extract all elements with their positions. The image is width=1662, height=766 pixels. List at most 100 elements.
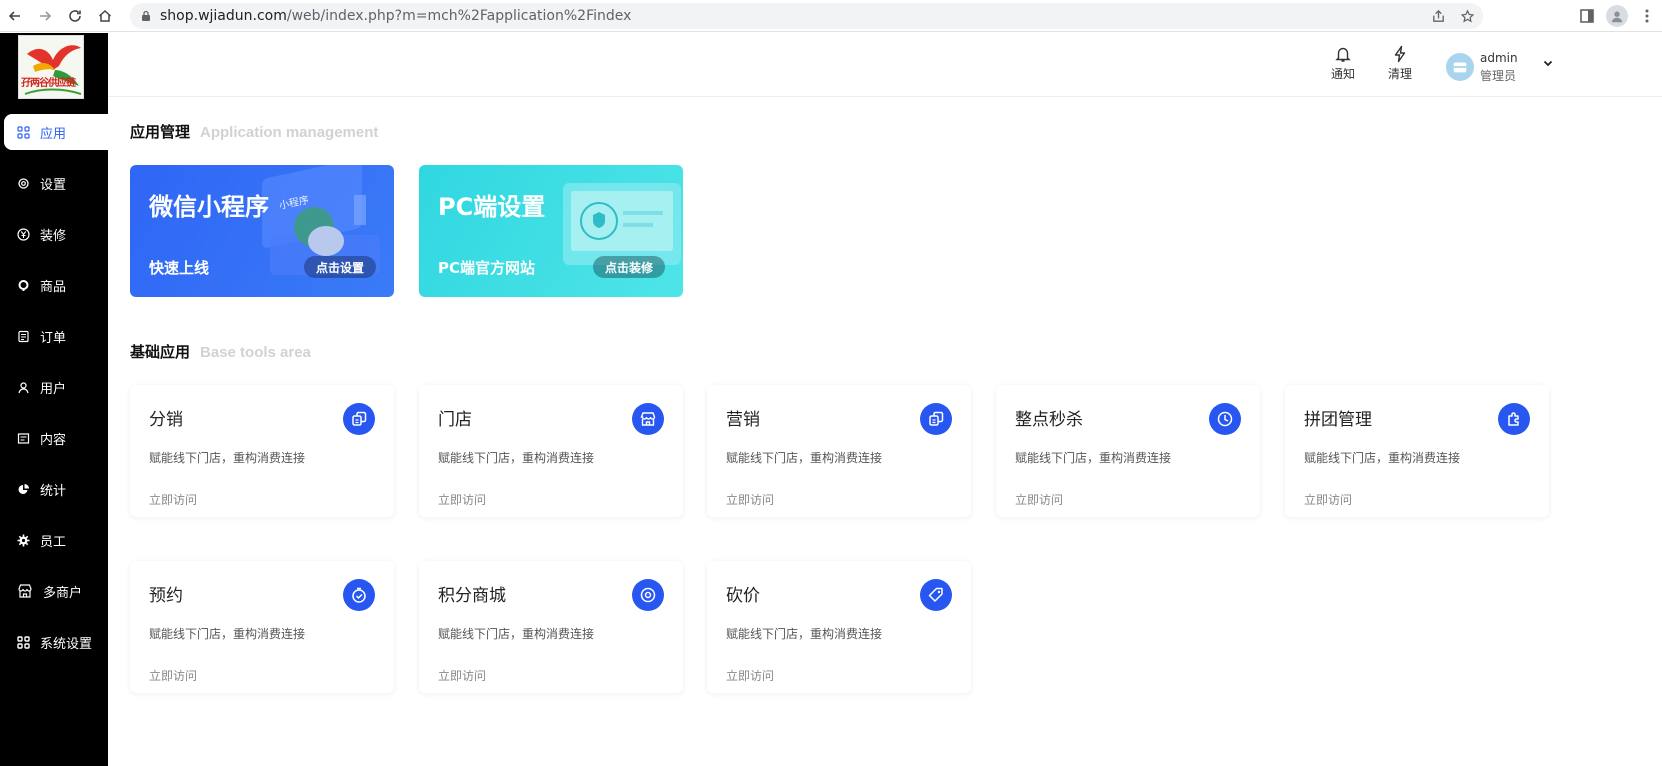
- sidebar-item-label: 商品: [40, 279, 67, 295]
- tag-icon: [920, 579, 952, 611]
- card-visit-link[interactable]: 立即访问: [438, 491, 486, 508]
- card-description: 赋能线下门店，重构消费连接: [438, 627, 595, 641]
- card-description: 赋能线下门店，重构消费连接: [726, 451, 883, 465]
- app-card-store[interactable]: 门店 赋能线下门店，重构消费连接 立即访问: [419, 385, 683, 517]
- back-icon[interactable]: [1, 2, 29, 30]
- sidebar-item-label: 内容: [40, 432, 67, 448]
- grid-icon: [17, 635, 30, 649]
- star-icon[interactable]: [1460, 8, 1475, 24]
- section-subtitle: Application management: [200, 124, 379, 141]
- sidebar-item-goods[interactable]: 商品: [0, 267, 108, 303]
- card-title: 积分商城: [438, 586, 506, 606]
- store-icon: [632, 403, 664, 435]
- app-card-group-buy[interactable]: 拼团管理 赋能线下门店，重构消费连接 立即访问: [1285, 385, 1549, 517]
- clean-label: 清理: [1387, 67, 1412, 81]
- card-visit-link[interactable]: 立即访问: [726, 667, 774, 684]
- lock-icon: [142, 10, 150, 21]
- banner-button[interactable]: 点击装修: [593, 256, 665, 278]
- browser-toolbar: shop.wjiadun.com/web/index.php?m=mch%2Fa…: [0, 0, 1662, 32]
- card-title: 拼团管理: [1304, 410, 1372, 430]
- card-description: 赋能线下门店，重构消费连接: [726, 627, 883, 641]
- target-icon: [632, 579, 664, 611]
- sidebar-item-label: 装修: [40, 228, 67, 244]
- banner-pc-settings[interactable]: PC端设置 PC端官方网站 点击装修: [419, 165, 683, 297]
- card-title: 砍价: [726, 586, 760, 606]
- card-description: 赋能线下门店，重构消费连接: [149, 627, 306, 641]
- reload-icon[interactable]: [61, 2, 89, 30]
- card-visit-link[interactable]: 立即访问: [726, 491, 774, 508]
- sidebar-item-content[interactable]: 内容: [0, 420, 108, 456]
- sidebar-item-orders[interactable]: 订单: [0, 318, 108, 354]
- sidebar-item-users[interactable]: 用户: [0, 369, 108, 405]
- sidebar-item-label: 设置: [40, 177, 67, 193]
- username: admin: [1480, 51, 1518, 65]
- order-icon: [17, 330, 30, 343]
- sidebar-item-label: 订单: [40, 330, 67, 346]
- card-description: 赋能线下门店，重构消费连接: [149, 451, 306, 465]
- banner-button[interactable]: 点击设置: [304, 256, 376, 278]
- share-icon[interactable]: [1431, 9, 1446, 24]
- sidebar-item-label: 系统设置: [40, 636, 93, 652]
- clean-button[interactable]: 清理: [1380, 45, 1420, 82]
- section-subtitle: Base tools area: [200, 344, 311, 361]
- app-card-distribution[interactable]: 分销 赋能线下门店，重构消费连接 立即访问: [130, 385, 394, 517]
- goods-icon: [17, 279, 30, 292]
- card-visit-link[interactable]: 立即访问: [149, 667, 197, 684]
- user-menu[interactable]: admin 管理员: [1446, 49, 1518, 85]
- timer-icon: [343, 579, 375, 611]
- chevron-down-icon[interactable]: [1542, 57, 1554, 69]
- app-card-reservation[interactable]: 预约 赋能线下门店，重构消费连接 立即访问: [130, 561, 394, 693]
- card-title: 分销: [149, 410, 183, 430]
- yen-icon: [17, 227, 30, 241]
- sidebar-item-label: 应用: [40, 126, 67, 142]
- sidebar-item-apps[interactable]: 应用: [4, 114, 108, 150]
- logo[interactable]: 孖两谷供应链: [18, 35, 84, 99]
- user-role: 管理员: [1480, 69, 1517, 83]
- card-title: 营销: [726, 410, 760, 430]
- address-bar[interactable]: shop.wjiadun.com/web/index.php?m=mch%2Fa…: [130, 3, 1483, 29]
- logo-bird-icon: [19, 36, 83, 98]
- banner-miniprogram[interactable]: 小程序 微信小程序 快速上线 点击设置: [130, 165, 394, 297]
- section-title: 基础应用: [130, 343, 191, 361]
- grid-icon: [17, 125, 30, 139]
- app-card-flash-sale[interactable]: 整点秒杀 赋能线下门店，重构消费连接 立即访问: [996, 385, 1260, 517]
- copy-icon: [343, 403, 375, 435]
- section-title: 应用管理: [130, 123, 191, 141]
- copy-icon: [920, 403, 952, 435]
- sidebar-item-multi-merchant[interactable]: 多商户: [0, 573, 108, 609]
- app-card-points-mall[interactable]: 积分商城 赋能线下门店，重构消费连接 立即访问: [419, 561, 683, 693]
- card-visit-link[interactable]: 立即访问: [1304, 491, 1352, 508]
- top-header: 通知 清理 admin 管理员: [108, 33, 1662, 97]
- content-icon: [17, 432, 30, 445]
- logo-text: 孖两谷供应链: [21, 78, 76, 89]
- sidebar-item-settings[interactable]: 设置: [0, 165, 108, 201]
- sidebar-item-staff[interactable]: 员工: [0, 522, 108, 558]
- sidebar-item-stats[interactable]: 统计: [0, 471, 108, 507]
- section-base-tools: 基础应用 Base tools area: [130, 341, 311, 362]
- more-icon[interactable]: [1638, 7, 1656, 25]
- cog-icon: [17, 534, 30, 547]
- url-host: shop.wjiadun.com: [160, 8, 287, 24]
- app-card-bargain[interactable]: 砍价 赋能线下门店，重构消费连接 立即访问: [707, 561, 971, 693]
- card-visit-link[interactable]: 立即访问: [1015, 491, 1063, 508]
- banner-subtitle: PC端官方网站: [438, 259, 536, 277]
- stats-icon: [17, 483, 30, 496]
- clock-icon: [1209, 403, 1241, 435]
- card-visit-link[interactable]: 立即访问: [149, 491, 197, 508]
- banner-subtitle: 快速上线: [149, 259, 210, 277]
- sidepanel-icon[interactable]: [1578, 7, 1596, 25]
- profile-icon[interactable]: [1606, 5, 1628, 27]
- card-description: 赋能线下门店，重构消费连接: [1015, 451, 1172, 465]
- card-visit-link[interactable]: 立即访问: [438, 667, 486, 684]
- sidebar-item-system-settings[interactable]: 系统设置: [0, 624, 108, 660]
- app-card-marketing[interactable]: 营销 赋能线下门店，重构消费连接 立即访问: [707, 385, 971, 517]
- gear-icon: [17, 177, 30, 190]
- home-icon[interactable]: [91, 2, 119, 30]
- card-title: 预约: [149, 586, 183, 606]
- notify-button[interactable]: 通知: [1323, 45, 1363, 82]
- lightning-icon: [1394, 45, 1406, 63]
- banner-title: PC端设置: [438, 193, 546, 221]
- sidebar-item-label: 统计: [40, 483, 67, 499]
- sidebar-item-decoration[interactable]: 装修: [0, 216, 108, 252]
- forward-icon[interactable]: [31, 2, 59, 30]
